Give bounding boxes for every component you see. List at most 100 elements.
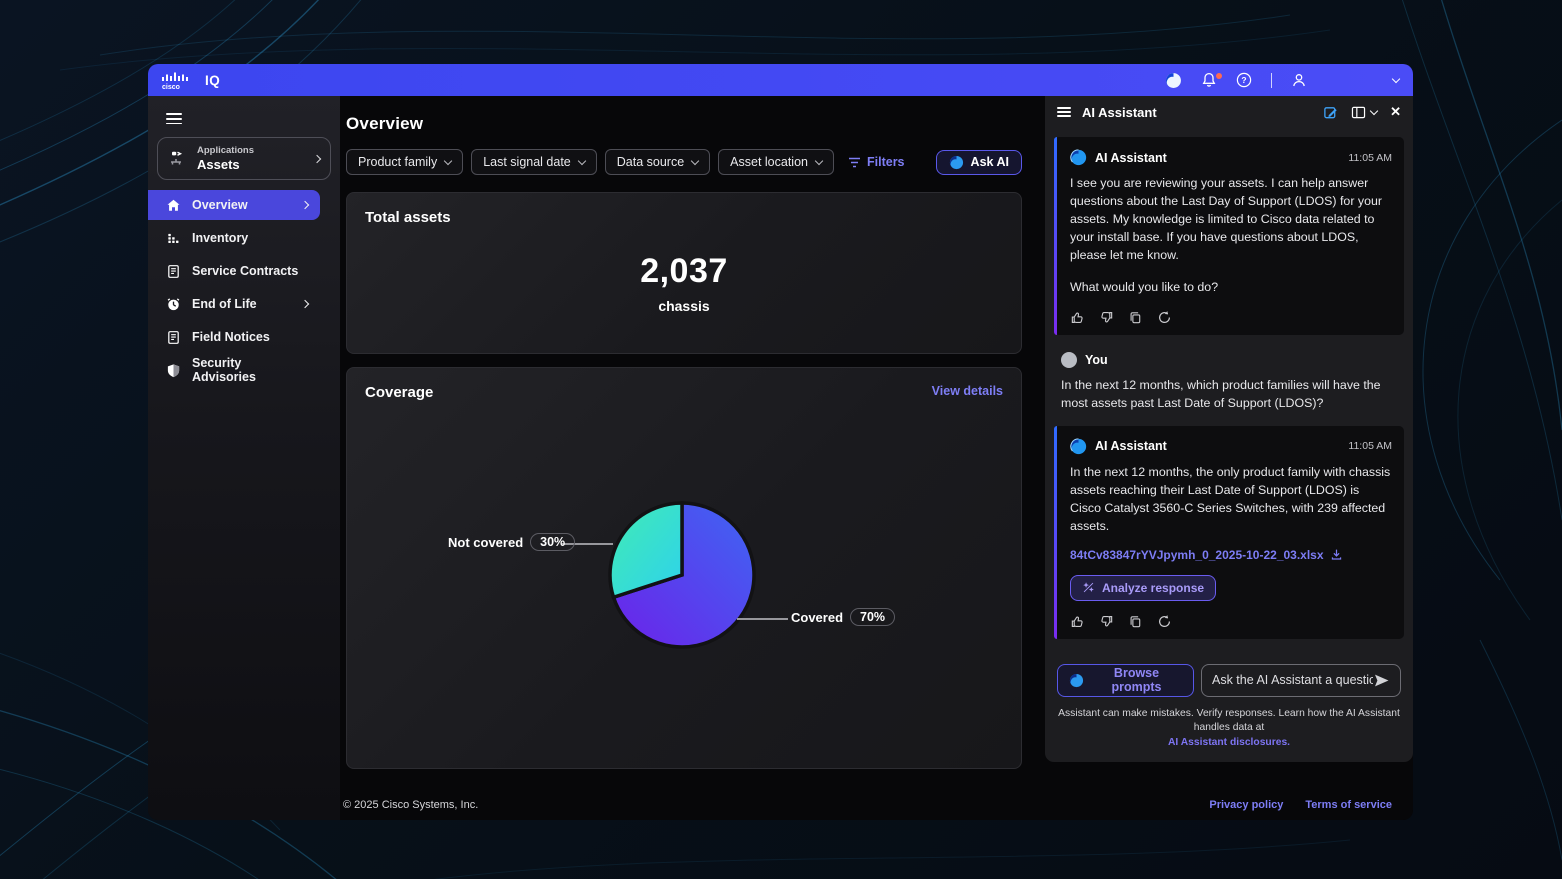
attachment-link[interactable]: 84tCv83847rYVJpymh_0_2025-10-22_03.xlsx	[1070, 548, 1392, 562]
topbar-divider	[1271, 73, 1272, 88]
browse-prompts-button[interactable]: Browse prompts	[1057, 664, 1194, 697]
sidebar-item-overview[interactable]: Overview	[148, 190, 320, 220]
ask-ai-label: Ask AI	[971, 155, 1009, 169]
pie-label-covered: Covered 70%	[791, 608, 895, 626]
send-icon[interactable]	[1373, 673, 1390, 688]
sidebar-item-field-notices[interactable]: Field Notices	[148, 322, 320, 352]
chevron-down-icon	[444, 157, 452, 165]
new-chat-icon[interactable]	[1323, 105, 1338, 120]
panel-layout-icon	[1351, 106, 1366, 119]
leader-line-covered	[737, 618, 788, 620]
copy-icon[interactable]	[1128, 310, 1143, 325]
clock-gauge-icon	[166, 297, 181, 312]
filter-label: Product family	[358, 155, 437, 169]
filter-bar: Product family Last signal date Data sou…	[346, 149, 1022, 175]
message-author: AI Assistant	[1095, 439, 1167, 453]
regenerate-icon[interactable]	[1157, 310, 1172, 325]
topbar-collapse-chevron-icon[interactable]	[1392, 74, 1400, 82]
thumbs-down-icon[interactable]	[1099, 614, 1114, 629]
thumbs-up-icon[interactable]	[1070, 310, 1085, 325]
filters-button[interactable]: Filters	[848, 155, 905, 169]
chat-area: AI Assistant 11:05 AM I see you are revi…	[1045, 128, 1413, 639]
chevron-right-icon	[301, 300, 309, 308]
filter-label: Last signal date	[483, 155, 571, 169]
chevron-right-icon	[301, 201, 309, 209]
coverage-title: Coverage	[365, 384, 433, 401]
ai-message: AI Assistant 11:05 AM I see you are revi…	[1054, 137, 1404, 335]
filter-asset-location[interactable]: Asset location	[718, 149, 834, 175]
svg-text:cisco: cisco	[162, 84, 180, 90]
home-icon	[166, 198, 181, 213]
cisco-logo: cisco	[162, 71, 196, 90]
slice-percent-badge: 70%	[850, 608, 895, 626]
filter-last-signal-date[interactable]: Last signal date	[471, 149, 597, 175]
ai-avatar	[1070, 438, 1087, 455]
filter-label: Data source	[617, 155, 684, 169]
menu-toggle-icon[interactable]	[166, 113, 182, 124]
sidebar-item-end-of-life[interactable]: End of Life	[148, 289, 320, 319]
product-name: IQ	[205, 74, 220, 90]
ai-message: AI Assistant 11:05 AM In the next 12 mon…	[1054, 426, 1404, 639]
sidebar-item-label: Security Advisories	[192, 356, 308, 384]
privacy-policy-link[interactable]: Privacy policy	[1209, 799, 1283, 811]
message-text: What would you like to do?	[1070, 279, 1392, 297]
sparkle-icon	[1082, 581, 1095, 594]
app-switcher-label: Applications	[197, 145, 305, 156]
assistant-input-wrapper	[1201, 664, 1401, 697]
sidebar-item-security-advisories[interactable]: Security Advisories	[148, 355, 320, 385]
ai-assistant-icon[interactable]	[1165, 72, 1182, 89]
sidebar-item-label: Overview	[192, 198, 291, 212]
pie-label-not-covered: Not covered 30%	[448, 533, 575, 551]
app-window: cisco IQ ?	[148, 64, 1413, 820]
regenerate-icon[interactable]	[1157, 614, 1172, 629]
message-text: In the next 12 months, which product fam…	[1061, 377, 1397, 413]
page-title: Overview	[346, 114, 1022, 134]
copy-icon[interactable]	[1128, 614, 1143, 629]
analyze-response-button[interactable]: Analyze response	[1070, 575, 1216, 601]
view-details-link[interactable]: View details	[932, 384, 1003, 401]
user-profile-icon[interactable]	[1291, 72, 1307, 88]
ask-ai-button[interactable]: Ask AI	[936, 150, 1022, 175]
assistant-menu-icon[interactable]	[1057, 104, 1071, 119]
bell-icon	[1201, 72, 1217, 88]
disclaimer-text: Assistant can make mistakes. Verify resp…	[1058, 708, 1400, 733]
notifications-button[interactable]	[1201, 72, 1217, 88]
disclaimer-link[interactable]: AI Assistant disclosures.	[1168, 737, 1290, 748]
sidebar-item-service-contracts[interactable]: Service Contracts	[148, 256, 320, 286]
assistant-disclaimer: Assistant can make mistakes. Verify resp…	[1045, 707, 1413, 750]
inventory-bars-icon	[166, 231, 181, 246]
shield-icon	[166, 363, 181, 378]
close-icon[interactable]: ✕	[1390, 104, 1401, 120]
help-icon[interactable]: ?	[1236, 72, 1252, 88]
coverage-pie-chart[interactable]	[597, 490, 767, 660]
filter-data-source[interactable]: Data source	[605, 149, 710, 175]
terms-of-service-link[interactable]: Terms of service	[1305, 799, 1392, 811]
ai-panel-header: AI Assistant ✕	[1045, 96, 1413, 128]
analyze-response-label: Analyze response	[1102, 581, 1204, 595]
sidebar-item-label: Field Notices	[192, 330, 308, 344]
attachment-filename: 84tCv83847rYVJpymh_0_2025-10-22_03.xlsx	[1070, 548, 1324, 562]
sidebar-item-inventory[interactable]: Inventory	[148, 223, 320, 253]
filter-product-family[interactable]: Product family	[346, 149, 463, 175]
chevron-down-icon	[815, 157, 823, 165]
document-icon	[166, 330, 181, 345]
browse-prompts-label: Browse prompts	[1091, 666, 1182, 694]
app-switcher[interactable]: Applications Assets	[157, 137, 331, 180]
brand: cisco IQ	[162, 71, 220, 90]
svg-text:?: ?	[1241, 75, 1246, 85]
ai-avatar	[1070, 149, 1087, 166]
assistant-question-input[interactable]	[1212, 673, 1373, 687]
chevron-right-icon	[313, 155, 321, 163]
document-icon	[166, 264, 181, 279]
panel-layout-control[interactable]	[1351, 106, 1377, 119]
message-actions	[1070, 614, 1392, 629]
ai-panel-title: AI Assistant	[1082, 105, 1157, 120]
message-actions	[1070, 310, 1392, 325]
ai-assistant-panel: AI Assistant ✕	[1045, 96, 1413, 762]
thumbs-up-icon[interactable]	[1070, 614, 1085, 629]
download-icon	[1330, 548, 1343, 561]
slice-label: Covered	[791, 610, 843, 625]
total-assets-value: 2,037	[365, 252, 1003, 291]
thumbs-down-icon[interactable]	[1099, 310, 1114, 325]
copyright-text: © 2025 Cisco Systems, Inc.	[343, 799, 478, 811]
